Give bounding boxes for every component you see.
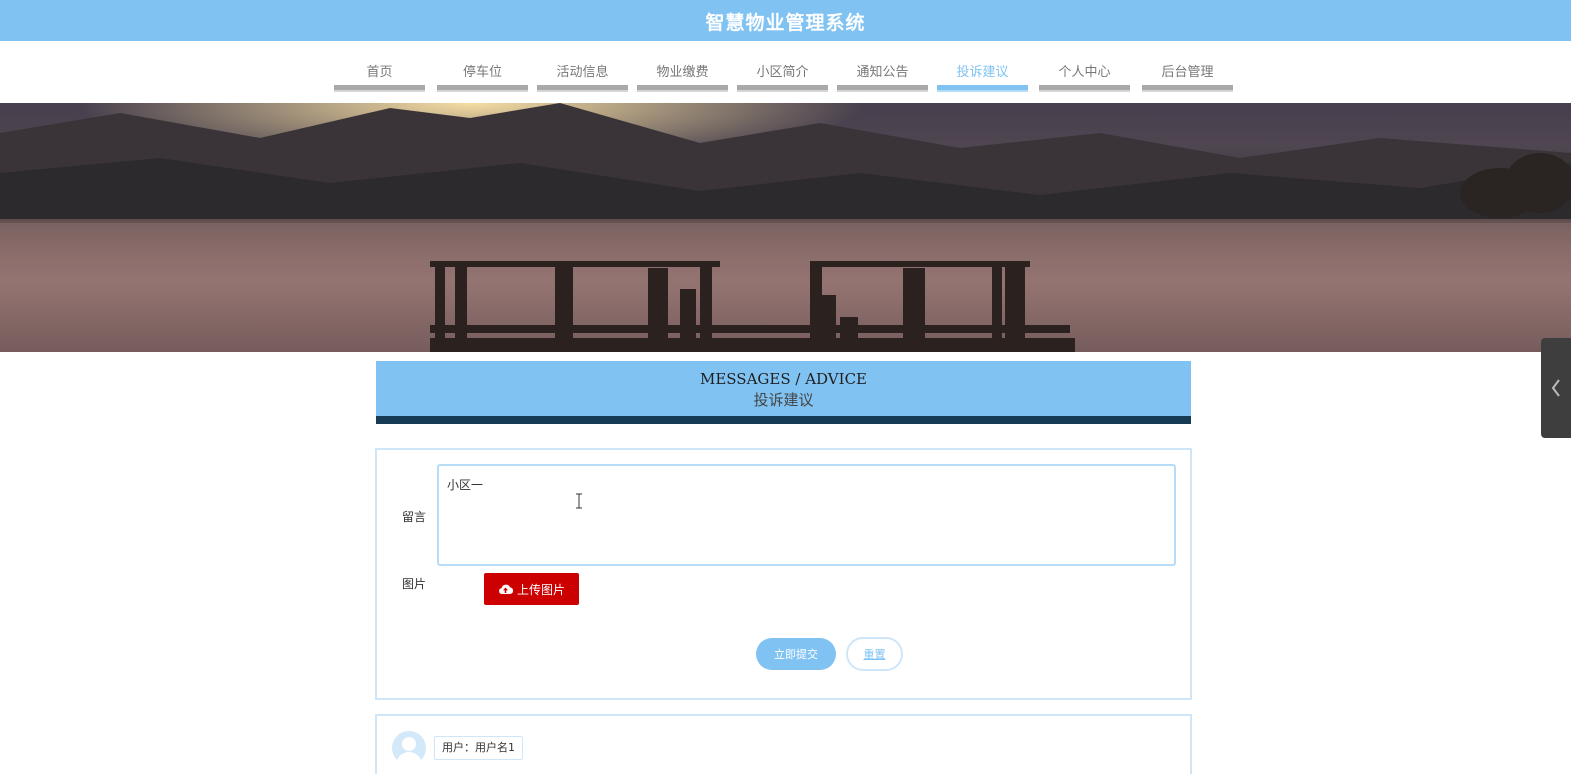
nav-item-label: 活动信息 [556, 65, 609, 80]
comment-user-label: 用户：用户名1 [434, 736, 523, 760]
cloud-upload-icon [499, 584, 513, 595]
upload-button-label: 上传图片 [516, 582, 565, 597]
top-bar: 智慧物业管理系统 [0, 0, 1571, 41]
upload-image-button[interactable]: 上传图片 [484, 573, 579, 605]
nav-item-property-fees[interactable]: 物业缴费 [637, 41, 728, 95]
nav-item-label: 首页 [366, 65, 393, 80]
text-cursor-icon [573, 493, 585, 513]
nav-item-label: 停车位 [462, 65, 502, 80]
section-title-cn: 投诉建议 [753, 391, 814, 409]
nav-item-label: 通知公告 [856, 65, 909, 80]
nav-item-label: 小区简介 [756, 65, 809, 80]
nav-item-home[interactable]: 首页 [334, 41, 425, 95]
reset-button[interactable]: 重置 [846, 637, 903, 671]
nav-item-parking[interactable]: 停车位 [437, 41, 528, 95]
side-toggle-tab[interactable] [1541, 338, 1571, 438]
message-textarea[interactable]: 小区一 [437, 464, 1176, 566]
banner-image [0, 103, 1571, 352]
submit-button[interactable]: 立即提交 [756, 638, 836, 670]
site-title: 智慧物业管理系统 [705, 12, 866, 34]
chevron-left-icon [1551, 379, 1560, 397]
nav-item-activities[interactable]: 活动信息 [537, 41, 628, 95]
nav-item-label: 后台管理 [1161, 65, 1214, 80]
nav-item-community-intro[interactable]: 小区简介 [737, 41, 828, 95]
nav-item-complaints[interactable]: 投诉建议 [937, 41, 1028, 95]
section-header: MESSAGES / ADVICE 投诉建议 [376, 361, 1191, 424]
main-nav: 首页 停车位 活动信息 物业缴费 小区简介 通知公告 投诉建议 个人中心 后台管… [0, 41, 1571, 103]
nav-item-label: 个人中心 [1058, 65, 1111, 80]
banner-landscape [0, 103, 1571, 352]
user-avatar-icon [392, 731, 426, 765]
image-label: 图片 [402, 577, 427, 591]
message-label: 留言 [402, 510, 427, 524]
nav-item-label: 投诉建议 [956, 65, 1009, 80]
nav-item-admin[interactable]: 后台管理 [1142, 41, 1233, 95]
nav-item-label: 物业缴费 [656, 65, 709, 80]
nav-item-profile[interactable]: 个人中心 [1039, 41, 1130, 95]
nav-item-notices[interactable]: 通知公告 [837, 41, 928, 95]
section-title-en: MESSAGES / ADVICE [699, 370, 867, 388]
